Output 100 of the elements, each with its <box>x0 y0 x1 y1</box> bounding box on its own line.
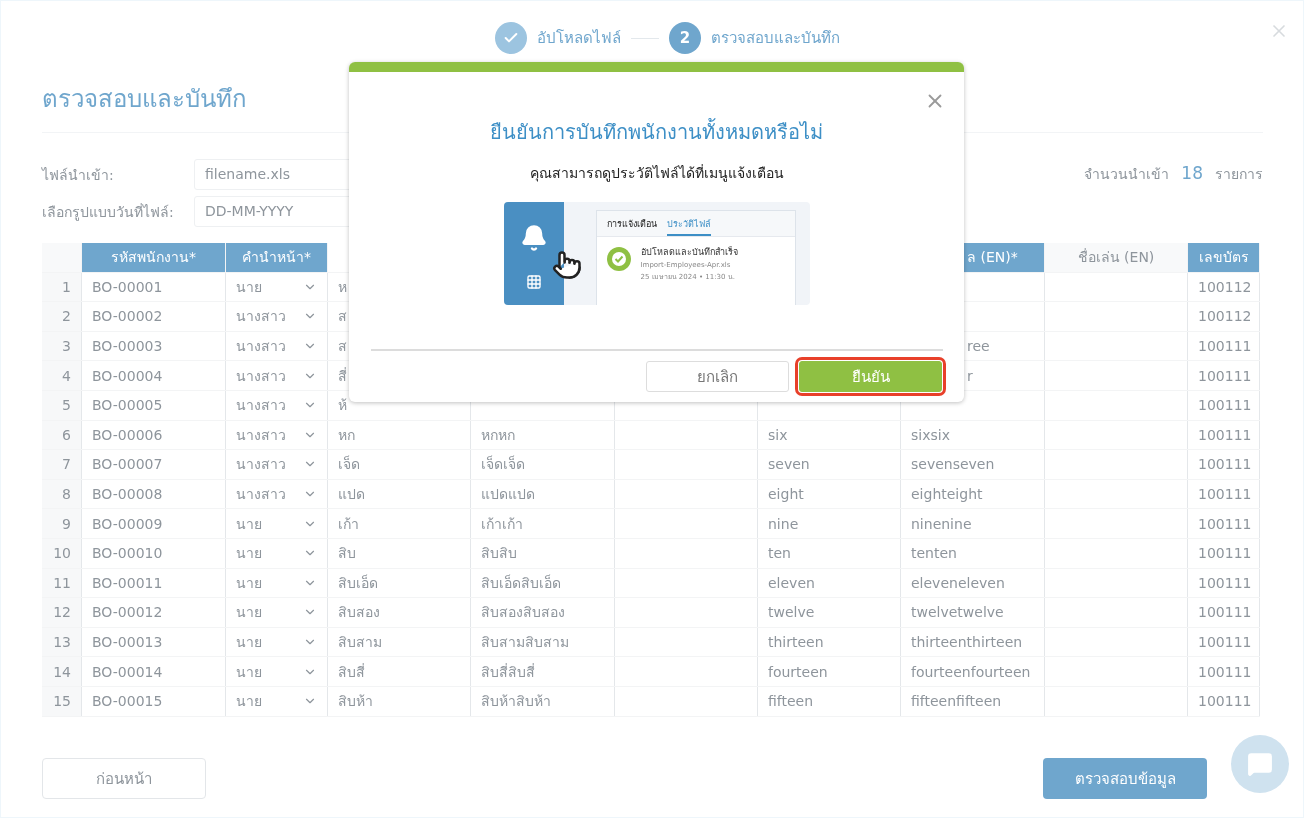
table-cell: เก้าเก้า <box>471 509 615 538</box>
title-select[interactable]: นาย <box>226 657 328 686</box>
table-cell: seven <box>758 450 901 479</box>
count-value: 18 <box>1181 163 1203 183</box>
table-cell: 100111 <box>1188 390 1260 420</box>
table-cell: six <box>758 420 901 450</box>
table-cell: nine <box>758 509 901 538</box>
cancel-button[interactable]: ยกเลิก <box>646 361 789 392</box>
title-select[interactable]: นางสาว <box>226 361 328 390</box>
table-cell: BO-00012 <box>82 598 226 627</box>
title-select[interactable]: นาย <box>226 598 328 627</box>
table-cell: BO-00015 <box>82 686 226 716</box>
table-cell: eleveneleven <box>901 568 1045 598</box>
row-number: 13 <box>42 627 82 657</box>
table-cell: สิบสี่สิบสี่ <box>471 657 615 686</box>
table-cell: 100112 <box>1188 302 1260 331</box>
title-select[interactable]: นาย <box>226 686 328 716</box>
column-header: คำนำหน้า* <box>226 243 328 272</box>
row-number: 9 <box>42 509 82 538</box>
step-label: ตรวจสอบและบันทึก <box>711 28 840 49</box>
title-select[interactable]: นาย <box>226 627 328 657</box>
count-label: จำนวนนำเข้า <box>1084 165 1170 184</box>
table-cell: เจ็ดเจ็ด <box>471 450 615 479</box>
table-cell: 100111 <box>1188 657 1260 686</box>
table-cell: BO-00004 <box>82 361 226 390</box>
table-cell: สิบสามสิบสาม <box>471 627 615 657</box>
table-cell: BO-00007 <box>82 450 226 479</box>
row-number: 15 <box>42 686 82 716</box>
table-cell: BO-00009 <box>82 509 226 538</box>
row-number: 2 <box>42 302 82 331</box>
row-number: 10 <box>42 538 82 568</box>
table-cell: สิบสอง <box>328 598 471 627</box>
row-number: 7 <box>42 450 82 479</box>
table-cell: 100111 <box>1188 598 1260 627</box>
hand-pointer-icon <box>551 250 582 280</box>
table-cell: สิบสี่ <box>328 657 471 686</box>
row-number: 12 <box>42 598 82 627</box>
column-header: รหัสพนักงาน* <box>82 243 226 272</box>
table-cell: สิบเอ็ด <box>328 568 471 598</box>
table-cell: แปด <box>328 479 471 509</box>
table-cell: twelvetwelve <box>901 598 1045 627</box>
step-number: 2 <box>669 22 701 54</box>
table-cell: eighteight <box>901 479 1045 509</box>
table-cell: 100111 <box>1188 479 1260 509</box>
title-select[interactable]: นางสาว <box>226 450 328 479</box>
title-select[interactable]: นางสาว <box>226 479 328 509</box>
table-cell: twelve <box>758 598 901 627</box>
table-cell: 100112 <box>1188 272 1260 302</box>
table-cell: หก <box>328 420 471 450</box>
title-select[interactable]: นาย <box>226 568 328 598</box>
table-cell: BO-00008 <box>82 479 226 509</box>
table-cell: BO-00006 <box>82 420 226 450</box>
grid-icon <box>525 274 542 290</box>
table-cell: สิบห้า <box>328 686 471 716</box>
table-cell: แปดแปด <box>471 479 615 509</box>
table-cell: 100111 <box>1188 627 1260 657</box>
table-cell: thirteen <box>758 627 901 657</box>
notification-title: อัปโหลดและบันทึกสำเร็จ <box>640 245 738 259</box>
title-select[interactable]: นาย <box>226 509 328 538</box>
count-unit: รายการ <box>1215 165 1263 184</box>
row-number: 11 <box>42 568 82 598</box>
table-cell: สิบสาม <box>328 627 471 657</box>
field-label: ไฟล์นำเข้า: <box>42 165 115 185</box>
table-cell: 100111 <box>1188 361 1260 390</box>
table-cell: fourteen <box>758 657 901 686</box>
row-number: 4 <box>42 361 82 390</box>
table-cell: sixsix <box>901 420 1045 450</box>
dialog-message: คุณสามารถดูประวัติไฟล์ได้ที่เมนูแจ้งเตือน <box>529 163 784 184</box>
table-cell: BO-00001 <box>82 272 226 302</box>
table-cell: fifteen <box>758 686 901 716</box>
tab-label: การแจ้งเตือน <box>606 218 657 231</box>
table-cell: fifteenfifteen <box>901 686 1045 716</box>
table-cell: เก้า <box>328 509 471 538</box>
title-select[interactable]: นางสาว <box>226 420 328 450</box>
table-cell: หกหก <box>471 420 615 450</box>
table-cell: 100111 <box>1188 331 1260 361</box>
table-cell: eleven <box>758 568 901 598</box>
validate-button[interactable]: ตรวจสอบข้อมูล <box>1043 758 1207 799</box>
success-check-icon <box>604 245 633 273</box>
table-cell: sevenseven <box>901 450 1045 479</box>
table-cell: BO-00013 <box>82 627 226 657</box>
table-cell: สิบสองสิบสอง <box>471 598 615 627</box>
title-select[interactable]: นางสาว <box>226 390 328 420</box>
row-number: 1 <box>42 272 82 302</box>
table-cell: thirteenthirteen <box>901 627 1045 657</box>
previous-button[interactable]: ก่อนหน้า <box>42 758 206 799</box>
column-header: เลขบัตร <box>1188 243 1260 272</box>
title-select[interactable]: นางสาว <box>226 302 328 331</box>
title-select[interactable]: นาย <box>226 272 328 302</box>
title-select[interactable]: นางสาว <box>226 331 328 361</box>
title-select[interactable]: นาย <box>226 538 328 568</box>
table-cell: BO-00014 <box>82 657 226 686</box>
table-cell: 100111 <box>1188 686 1260 716</box>
row-number: 3 <box>42 331 82 361</box>
table-cell: สิบเอ็ดสิบเอ็ด <box>471 568 615 598</box>
column-header: ชื่อเล่น (EN) <box>1045 243 1188 272</box>
table-cell: 100111 <box>1188 420 1260 450</box>
table-cell: 100111 <box>1188 509 1260 538</box>
field-label: เลือกรูปแบบวันที่ไฟล์: <box>42 202 175 223</box>
table-cell: BO-00003 <box>82 331 226 361</box>
